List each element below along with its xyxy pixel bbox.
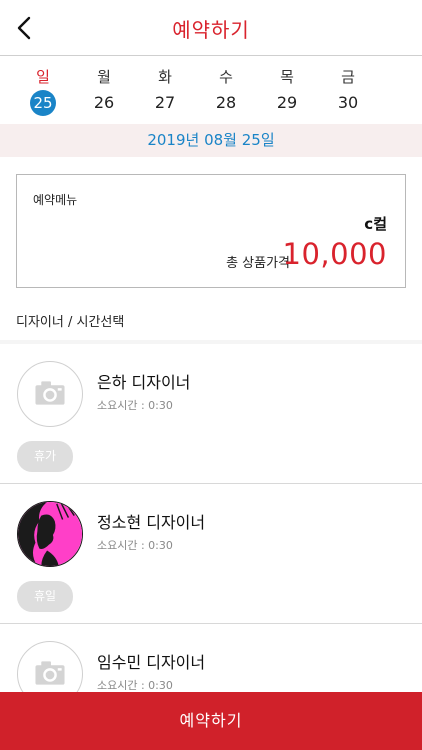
menu-label: 예약메뉴 bbox=[33, 193, 78, 207]
status-button[interactable]: 휴가 bbox=[17, 441, 73, 472]
day-number: 29 bbox=[276, 93, 298, 112]
date-selector: 일 25 월 26 화 27 수 28 목 29 금 30 bbox=[0, 60, 422, 122]
designer-time-section-label: 디자이너 / 시간선택 bbox=[16, 315, 125, 330]
day-number: 26 bbox=[93, 93, 115, 112]
reservation-menu-card: 예약메뉴 c컬 총 상품가격 10,000 bbox=[16, 174, 406, 288]
selected-date-bar: 2019년 08월 25일 bbox=[0, 124, 422, 157]
designer-duration: 소요시간 : 0:30 bbox=[97, 399, 173, 412]
designer-name: 정소현 디자이너 bbox=[97, 513, 206, 532]
camera-icon bbox=[17, 641, 83, 694]
designer-item[interactable]: 은하 디자이너 소요시간 : 0:30 휴가 bbox=[0, 344, 422, 484]
day-number: 25 bbox=[30, 90, 56, 116]
total-price-value: 10,000 bbox=[282, 237, 387, 271]
designer-list: 은하 디자이너 소요시간 : 0:30 휴가 정소현 디자이너 소요시간 : 0… bbox=[0, 340, 422, 694]
day-sunday[interactable]: 일 25 bbox=[13, 66, 73, 116]
camera-icon bbox=[17, 361, 83, 427]
day-number: 27 bbox=[154, 93, 176, 112]
day-wednesday[interactable]: 수 28 bbox=[196, 66, 256, 116]
day-tuesday[interactable]: 화 27 bbox=[135, 66, 195, 116]
page-title: 예약하기 bbox=[172, 18, 250, 42]
designer-duration: 소요시간 : 0:30 bbox=[97, 539, 173, 552]
designer-item[interactable]: 임수민 디자이너 소요시간 : 0:30 bbox=[0, 624, 422, 694]
day-friday[interactable]: 금 30 bbox=[318, 66, 378, 116]
menu-name: c컬 bbox=[364, 215, 387, 233]
total-price-label: 총 상품가격 bbox=[226, 256, 290, 271]
day-name: 화 bbox=[158, 68, 172, 86]
reserve-button[interactable]: 예약하기 bbox=[0, 692, 422, 750]
designer-duration: 소요시간 : 0:30 bbox=[97, 679, 173, 692]
profile-photo-icon bbox=[17, 501, 83, 567]
designer-name: 은하 디자이너 bbox=[97, 373, 191, 392]
day-name: 금 bbox=[341, 68, 355, 86]
status-button[interactable]: 휴일 bbox=[17, 581, 73, 612]
app-header: 예약하기 bbox=[0, 0, 422, 56]
day-thursday[interactable]: 목 29 bbox=[257, 66, 317, 116]
day-number: 30 bbox=[337, 93, 359, 112]
day-monday[interactable]: 월 26 bbox=[74, 66, 134, 116]
day-number: 28 bbox=[215, 93, 237, 112]
designer-item[interactable]: 정소현 디자이너 소요시간 : 0:30 휴일 bbox=[0, 484, 422, 624]
day-name: 수 bbox=[219, 68, 233, 86]
day-name: 월 bbox=[97, 68, 111, 86]
day-name: 목 bbox=[280, 68, 294, 86]
day-name: 일 bbox=[36, 68, 50, 86]
designer-name: 임수민 디자이너 bbox=[97, 653, 206, 672]
